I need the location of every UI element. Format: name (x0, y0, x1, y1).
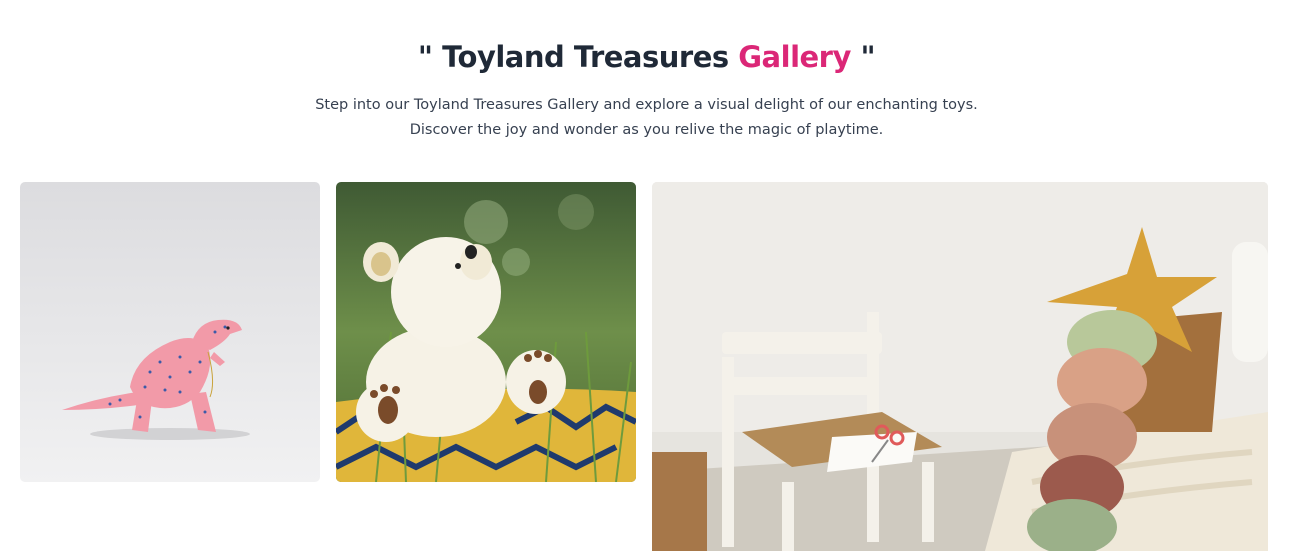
teddy-bear-image (336, 182, 636, 482)
heading-main-text: Toyland Treasures (442, 40, 729, 74)
gallery-heading: " Toyland Treasures Gallery " (0, 40, 1293, 74)
heading-accent-text: Gallery (738, 40, 851, 74)
gallery-image-teddy-bear[interactable] (336, 182, 636, 482)
kids-room-image (652, 182, 1268, 551)
heading-open-quote: " (417, 40, 433, 74)
gallery-image-kids-room[interactable] (652, 182, 1268, 551)
gallery-image-dinosaur[interactable] (20, 182, 320, 482)
gallery-subtitle-line-2: Discover the joy and wonder as you reliv… (409, 122, 884, 138)
dinosaur-toy-image (20, 182, 320, 482)
heading-close-quote: " (860, 40, 876, 74)
gallery-subtitle-line-1: Step into our Toyland Treasures Gallery … (315, 97, 978, 113)
